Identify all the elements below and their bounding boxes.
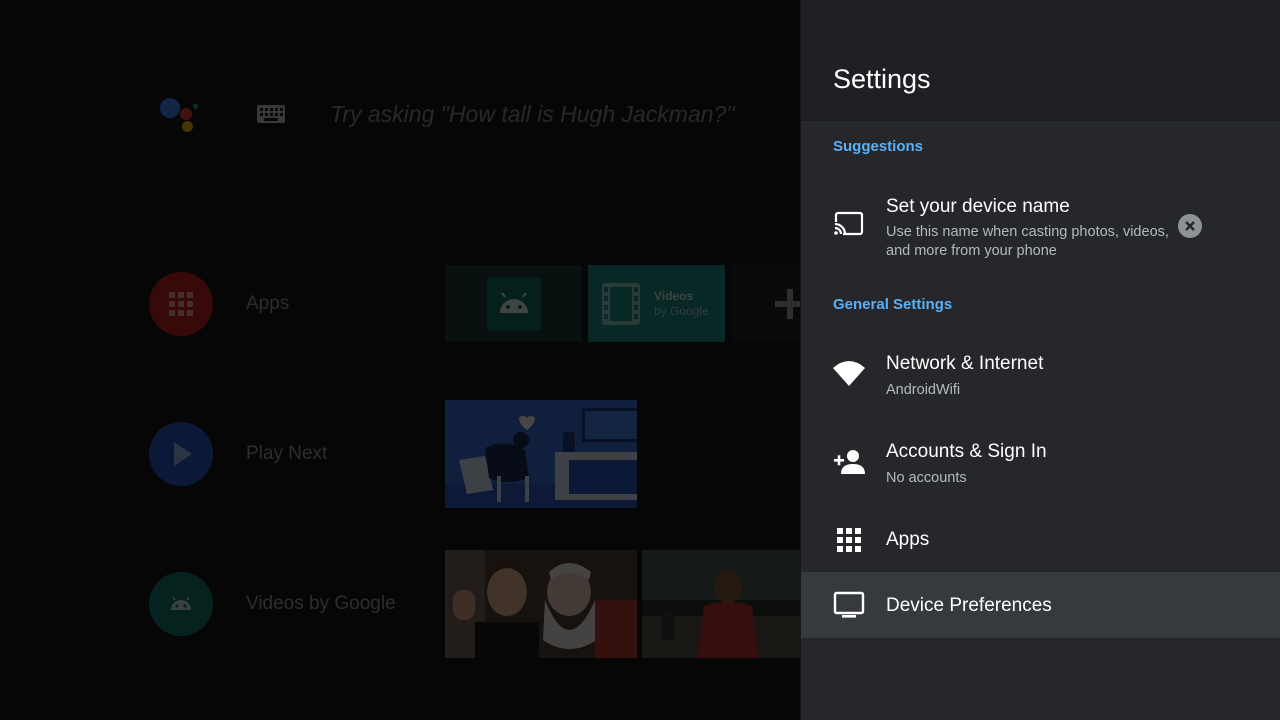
videos-tile-subtitle: by Google bbox=[654, 304, 709, 318]
play-icon bbox=[174, 442, 192, 466]
suggestions-section-label: Suggestions bbox=[833, 138, 924, 155]
videos-tile-title: Videos bbox=[654, 289, 694, 303]
accounts-subtitle: No accounts bbox=[886, 470, 967, 486]
network-title: Network & Internet bbox=[886, 353, 1044, 374]
google-assistant-icon[interactable] bbox=[158, 96, 202, 136]
general-settings-section-label: General Settings bbox=[833, 296, 953, 313]
video-thumbnail[interactable] bbox=[642, 550, 800, 658]
add-person-icon bbox=[833, 446, 865, 478]
video-thumbnail[interactable] bbox=[445, 550, 637, 658]
apps-grid-icon bbox=[169, 292, 193, 316]
network-subtitle: AndroidWifi bbox=[886, 382, 961, 398]
apps-title: Apps bbox=[886, 529, 930, 550]
android-tv-screen: Try asking "How tall is Hugh Jackman?" A… bbox=[0, 0, 1280, 720]
settings-title: Settings bbox=[833, 64, 931, 94]
device-preferences-title: Device Preferences bbox=[886, 595, 1052, 616]
add-app-tile[interactable] bbox=[731, 265, 800, 342]
settings-item-network[interactable]: Network & Internet AndroidWifi bbox=[801, 336, 1280, 416]
settings-panel: Settings Suggestions Set your device nam… bbox=[801, 0, 1280, 720]
apps-row-label: Apps bbox=[246, 293, 290, 314]
film-icon bbox=[602, 283, 640, 325]
suggestion-set-device-name[interactable]: Set your device name Use this name when … bbox=[801, 180, 1280, 280]
keyboard-icon[interactable] bbox=[252, 98, 290, 130]
plus-icon bbox=[775, 289, 800, 319]
suggestion-subtitle-line1: Use this name when casting photos, video… bbox=[886, 224, 1169, 240]
android-icon bbox=[500, 292, 528, 313]
tv-icon bbox=[833, 589, 865, 621]
android-icon bbox=[171, 596, 191, 610]
video-still-image bbox=[445, 550, 637, 658]
play-next-thumbnail[interactable] bbox=[445, 400, 637, 508]
assistant-search-hint[interactable]: Try asking "How tall is Hugh Jackman?" bbox=[330, 101, 735, 128]
android-app-tile[interactable] bbox=[445, 265, 582, 342]
videos-by-google-tile[interactable]: Videos by Google bbox=[588, 265, 725, 342]
close-circle-icon[interactable] bbox=[1178, 214, 1202, 238]
play-next-row-icon[interactable] bbox=[149, 422, 213, 486]
video-still-image bbox=[642, 550, 800, 658]
illustration-image bbox=[445, 400, 637, 508]
videos-tile-text: Videos by Google bbox=[654, 289, 709, 319]
videos-by-google-row-label: Videos by Google bbox=[246, 593, 396, 614]
wifi-icon bbox=[833, 358, 865, 390]
apps-row-icon[interactable] bbox=[149, 272, 213, 336]
apps-grid-icon bbox=[833, 524, 865, 556]
play-next-row-label: Play Next bbox=[246, 443, 328, 464]
cast-icon bbox=[833, 208, 865, 240]
accounts-title: Accounts & Sign In bbox=[886, 441, 1047, 462]
settings-item-accounts[interactable]: Accounts & Sign In No accounts bbox=[801, 424, 1280, 504]
videos-by-google-row-icon[interactable] bbox=[149, 572, 213, 636]
suggestion-title: Set your device name bbox=[886, 196, 1070, 217]
settings-header: Settings bbox=[801, 0, 1280, 123]
suggestion-subtitle-line2: and more from your phone bbox=[886, 243, 1057, 259]
settings-item-apps[interactable]: Apps bbox=[801, 508, 1280, 570]
android-app-banner bbox=[487, 277, 541, 331]
settings-item-device-preferences[interactable]: Device Preferences bbox=[801, 572, 1280, 638]
